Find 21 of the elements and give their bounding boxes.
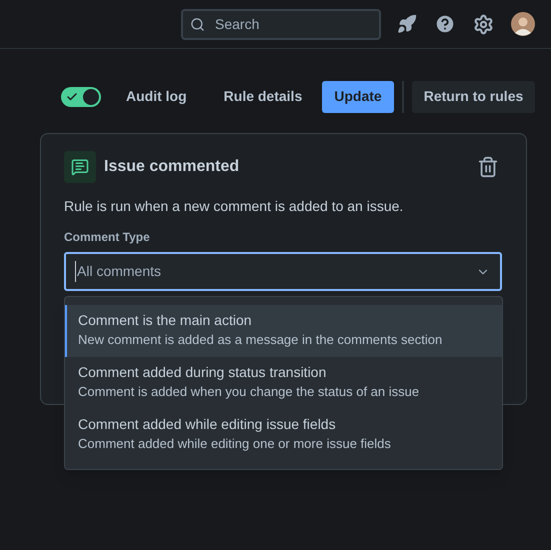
check-icon [66,90,78,102]
search-field[interactable]: Search [181,8,381,40]
dropdown-option[interactable]: Comment added during status transition Comment is added when you change the status of an issue [65,357,502,409]
card-title: Issue commented [104,157,240,177]
field-label: Comment Type [64,229,151,246]
return-button[interactable]: Return to rules [412,80,536,112]
toggle-switch[interactable] [61,86,101,106]
toolbar-link[interactable]: Audit log [114,80,199,112]
toolbar-link[interactable]: Rule details [212,80,314,112]
comment-icon [64,151,96,183]
help-icon[interactable] [434,13,456,35]
update-button[interactable]: Update [322,80,394,112]
card-description: Rule is run when a new comment is added to an issue. [64,197,404,216]
rocket-icon[interactable] [397,14,417,34]
dropdown-option[interactable]: Comment added while editing issue fields Comment added while editing one or more issue fields [65,409,502,461]
delete-icon[interactable] [477,156,499,178]
avatar-icon[interactable] [511,12,535,36]
comment-type-select[interactable]: All comments [64,252,502,291]
dropdown-option[interactable]: Comment is the main action New comment is added as a message in the comments section [65,305,502,357]
settings-icon[interactable] [473,14,494,34]
search-icon [190,16,205,32]
